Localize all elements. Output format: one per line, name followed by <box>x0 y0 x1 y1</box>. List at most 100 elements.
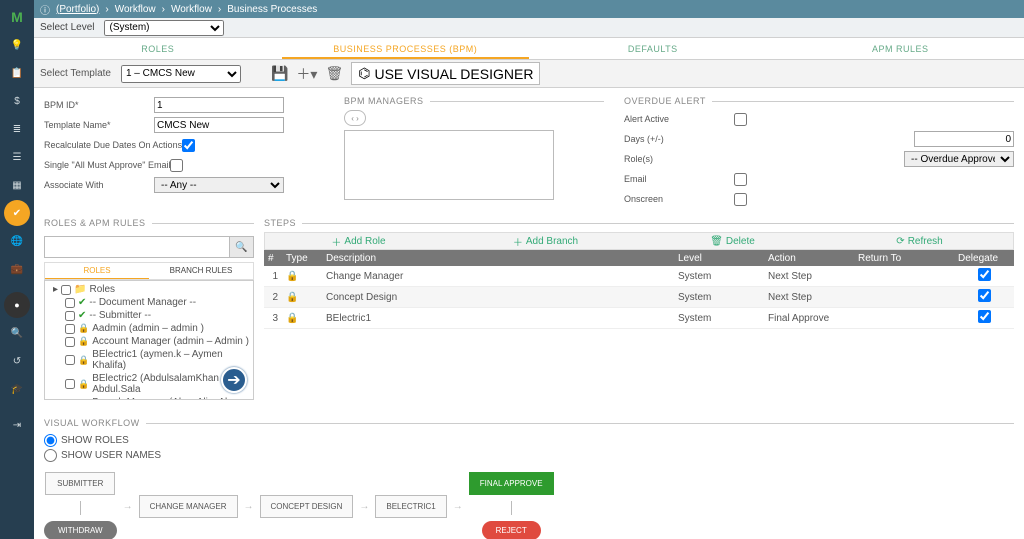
select-template-dropdown[interactable]: 1 – CMCS New <box>121 65 241 83</box>
node-belectric1[interactable]: BELECTRIC1 <box>375 495 446 518</box>
node-change-manager[interactable]: CHANGE MANAGER <box>139 495 238 518</box>
delegate-checkbox[interactable] <box>978 289 991 302</box>
overdue-legend: OVERDUE ALERT <box>624 96 712 106</box>
bpmid-label: BPM ID* <box>44 100 154 110</box>
grad-icon[interactable]: 🎓 <box>4 376 30 402</box>
undo-icon[interactable]: ↺ <box>4 348 30 374</box>
assoc-select[interactable]: -- Any -- <box>154 177 284 193</box>
plus-icon: ＋ <box>513 234 523 249</box>
breadcrumb-3: Business Processes <box>227 4 317 15</box>
grid-icon[interactable]: ▦ <box>4 172 30 198</box>
breadcrumb-2: Workflow <box>171 4 212 15</box>
plus-icon: ＋ <box>331 234 341 249</box>
bpm-pager[interactable]: ‹ › <box>344 110 366 126</box>
select-level-dropdown[interactable]: (System) <box>104 20 224 36</box>
left-sidebar: M 💡 📋 $ ≣ ☰ ▦ ✔ 🌐 💼 ● 🔍 ↺ 🎓 ⇥ <box>0 0 34 539</box>
tname-label: Template Name* <box>44 120 154 130</box>
show-roles-radio[interactable]: SHOW ROLES <box>44 434 1014 447</box>
globe-icon[interactable]: 🌐 <box>4 228 30 254</box>
alert-active-checkbox[interactable] <box>734 113 747 126</box>
onscreen-label: Onscreen <box>624 194 734 204</box>
lock-icon: 🔒 <box>78 355 89 366</box>
single-label: Single "All Must Approve" Email <box>44 160 170 170</box>
vwf-legend: VISUAL WORKFLOW <box>44 418 146 428</box>
node-withdraw[interactable]: WITHDRAW <box>44 521 117 539</box>
lock-icon: 🔒 <box>78 379 89 390</box>
tab-bpm[interactable]: BUSINESS PROCESSES (BPM) <box>282 38 530 59</box>
arrow-icon: → <box>244 501 254 512</box>
single-checkbox[interactable] <box>170 159 183 172</box>
delete-step-button[interactable]: 🗑Delete <box>639 236 826 247</box>
add-branch-button[interactable]: ＋Add Branch <box>452 234 639 249</box>
avatar-icon[interactable]: ● <box>4 292 30 318</box>
rules-search-input[interactable] <box>45 237 229 257</box>
bars-icon[interactable]: ≣ <box>4 116 30 142</box>
table-row[interactable]: 3🔒BElectric1SystemFinal Approve <box>264 308 1014 329</box>
subtab-roles[interactable]: ROLES <box>45 263 149 279</box>
rules-search-button[interactable]: 🔍 <box>229 237 253 257</box>
delegate-checkbox[interactable] <box>978 268 991 281</box>
show-users-radio[interactable]: SHOW USER NAMES <box>44 449 1014 462</box>
info-icon[interactable]: ⓘ <box>40 2 50 17</box>
recalc-checkbox[interactable] <box>182 139 195 152</box>
refresh-button[interactable]: ⟳Refresh <box>826 236 1013 247</box>
arrow-icon: → <box>123 501 133 512</box>
lock-icon: 🔒 <box>78 323 89 334</box>
table-row[interactable]: 1🔒Change ManagerSystemNext Step <box>264 266 1014 287</box>
sliders-icon[interactable]: ☰ <box>4 144 30 170</box>
app-logo-icon[interactable]: M <box>4 4 30 30</box>
add-role-button[interactable]: ＋Add Role <box>265 234 452 249</box>
briefcase-icon[interactable]: 💼 <box>4 256 30 282</box>
delete-icon[interactable]: 🗑 <box>325 65 343 82</box>
roles-tree[interactable]: ▸📁Roles ✔-- Document Manager -- ✔-- Subm… <box>44 280 254 400</box>
breadcrumb-portfolio[interactable]: (Portfolio) <box>56 4 99 15</box>
tab-roles[interactable]: ROLES <box>34 38 282 59</box>
bulb-icon[interactable]: 💡 <box>4 32 30 58</box>
roles-select[interactable]: -- Overdue Approver -- <box>904 151 1014 167</box>
arrow-icon: → <box>453 501 463 512</box>
exit-icon[interactable]: ⇥ <box>4 412 30 438</box>
breadcrumb-1: Workflow <box>115 4 156 15</box>
lock-icon: 🔒 <box>286 271 298 282</box>
tname-input[interactable] <box>154 117 284 133</box>
rules-legend: ROLES & APM RULES <box>44 218 152 228</box>
select-template-label: Select Template <box>40 68 111 79</box>
tree-next-button[interactable]: ➔ <box>221 367 247 393</box>
table-row[interactable]: 2🔒Concept DesignSystemNext Step <box>264 287 1014 308</box>
subtab-branch[interactable]: BRANCH RULES <box>149 263 253 279</box>
select-level-label: Select Level <box>40 22 94 33</box>
node-final-approve[interactable]: FINAL APPROVE <box>469 472 554 495</box>
lock-icon: 🔒 <box>286 292 298 303</box>
flow-icon: ⌬ <box>358 65 370 82</box>
email-label: Email <box>624 174 734 184</box>
save-icon[interactable]: 💾 <box>271 65 288 82</box>
search-icon[interactable]: 🔍 <box>4 320 30 346</box>
visual-designer-button[interactable]: ⌬USE VISUAL DESIGNER <box>351 62 540 85</box>
clipboard-icon[interactable]: 📋 <box>4 60 30 86</box>
lock-icon: 🔒 <box>286 313 298 324</box>
refresh-icon: ⟳ <box>896 236 904 247</box>
bpm-managers-box[interactable] <box>344 130 554 200</box>
node-reject[interactable]: REJECT <box>482 521 541 539</box>
main-tabs: ROLES BUSINESS PROCESSES (BPM) DEFAULTS … <box>34 38 1024 60</box>
recalc-label: Recalculate Due Dates On Actions <box>44 140 182 150</box>
bpmid-input[interactable] <box>154 97 284 113</box>
dollar-icon[interactable]: $ <box>4 88 30 114</box>
onscreen-checkbox[interactable] <box>734 193 747 206</box>
tab-apm[interactable]: APM RULES <box>777 38 1024 59</box>
bpm-managers-legend: BPM MANAGERS <box>344 96 430 106</box>
add-icon[interactable]: ＋▾ <box>296 64 317 84</box>
days-label: Days (+/-) <box>624 134 734 144</box>
check-icon[interactable]: ✔ <box>4 200 30 226</box>
node-concept-design[interactable]: CONCEPT DESIGN <box>260 495 354 518</box>
arrow-icon: → <box>359 501 369 512</box>
delegate-checkbox[interactable] <box>978 310 991 323</box>
email-checkbox[interactable] <box>734 173 747 186</box>
alert-active-label: Alert Active <box>624 114 734 124</box>
node-submitter[interactable]: SUBMITTER <box>45 472 115 495</box>
breadcrumb: ⓘ (Portfolio) › Workflow › Workflow › Bu… <box>34 0 1024 18</box>
steps-table: # Type Description Level Action Return T… <box>264 250 1014 329</box>
lock-icon: 🔒 <box>78 336 89 347</box>
tab-defaults[interactable]: DEFAULTS <box>529 38 777 59</box>
days-input[interactable] <box>914 131 1014 147</box>
